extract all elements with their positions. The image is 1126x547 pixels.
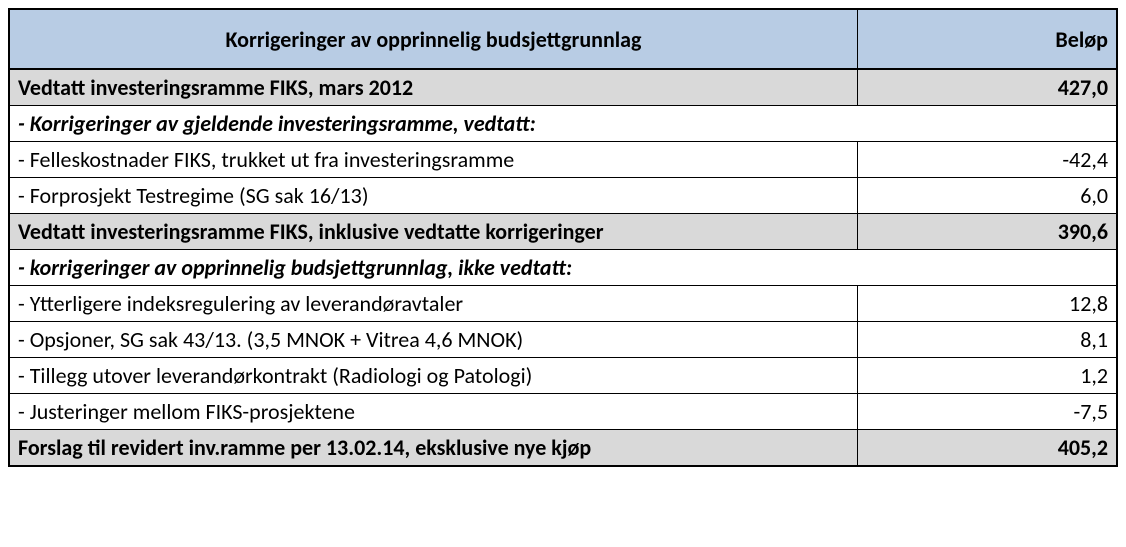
- row-label: - korrigeringer av opprinnelig budsjettg…: [9, 250, 1117, 286]
- budget-table: Korrigeringer av opprinnelig budsjettgru…: [8, 8, 1118, 467]
- table-body: Vedtatt investeringsramme FIKS, mars 201…: [9, 69, 1117, 466]
- row-value: 6,0: [857, 178, 1117, 214]
- row-label: - Tillegg utover leverandørkontrakt (Rad…: [9, 358, 857, 394]
- header-corrections: Korrigeringer av opprinnelig budsjettgru…: [9, 9, 857, 69]
- header-amount: Beløp: [857, 9, 1117, 69]
- table-row: - Korrigeringer av gjeldende investering…: [9, 106, 1117, 142]
- row-value: 390,6: [857, 214, 1117, 250]
- table-row: Vedtatt investeringsramme FIKS, mars 201…: [9, 69, 1117, 106]
- table-row: Vedtatt investeringsramme FIKS, inklusiv…: [9, 214, 1117, 250]
- table-row: - Ytterligere indeksregulering av levera…: [9, 286, 1117, 322]
- table-row: - Tillegg utover leverandørkontrakt (Rad…: [9, 358, 1117, 394]
- row-label: - Forprosjekt Testregime (SG sak 16/13): [9, 178, 857, 214]
- table-header-row: Korrigeringer av opprinnelig budsjettgru…: [9, 9, 1117, 69]
- row-value: 1,2: [857, 358, 1117, 394]
- row-value: 8,1: [857, 322, 1117, 358]
- row-value: 405,2: [857, 430, 1117, 467]
- row-value: -7,5: [857, 394, 1117, 430]
- table-row: - Justeringer mellom FIKS-prosjektene-7,…: [9, 394, 1117, 430]
- row-value: -42,4: [857, 142, 1117, 178]
- table-row: Forslag til revidert inv.ramme per 13.02…: [9, 430, 1117, 467]
- row-label: - Felleskostnader FIKS, trukket ut fra i…: [9, 142, 857, 178]
- table-row: - Forprosjekt Testregime (SG sak 16/13)6…: [9, 178, 1117, 214]
- table-row: - Felleskostnader FIKS, trukket ut fra i…: [9, 142, 1117, 178]
- row-value: 12,8: [857, 286, 1117, 322]
- row-label: Vedtatt investeringsramme FIKS, mars 201…: [9, 69, 857, 106]
- table-row: - Opsjoner, SG sak 43/13. (3,5 MNOK + Vi…: [9, 322, 1117, 358]
- row-label: Vedtatt investeringsramme FIKS, inklusiv…: [9, 214, 857, 250]
- row-label: - Opsjoner, SG sak 43/13. (3,5 MNOK + Vi…: [9, 322, 857, 358]
- row-label: - Ytterligere indeksregulering av levera…: [9, 286, 857, 322]
- row-value: 427,0: [857, 69, 1117, 106]
- row-label: Forslag til revidert inv.ramme per 13.02…: [9, 430, 857, 467]
- row-label: - Justeringer mellom FIKS-prosjektene: [9, 394, 857, 430]
- table-row: - korrigeringer av opprinnelig budsjettg…: [9, 250, 1117, 286]
- row-label: - Korrigeringer av gjeldende investering…: [9, 106, 1117, 142]
